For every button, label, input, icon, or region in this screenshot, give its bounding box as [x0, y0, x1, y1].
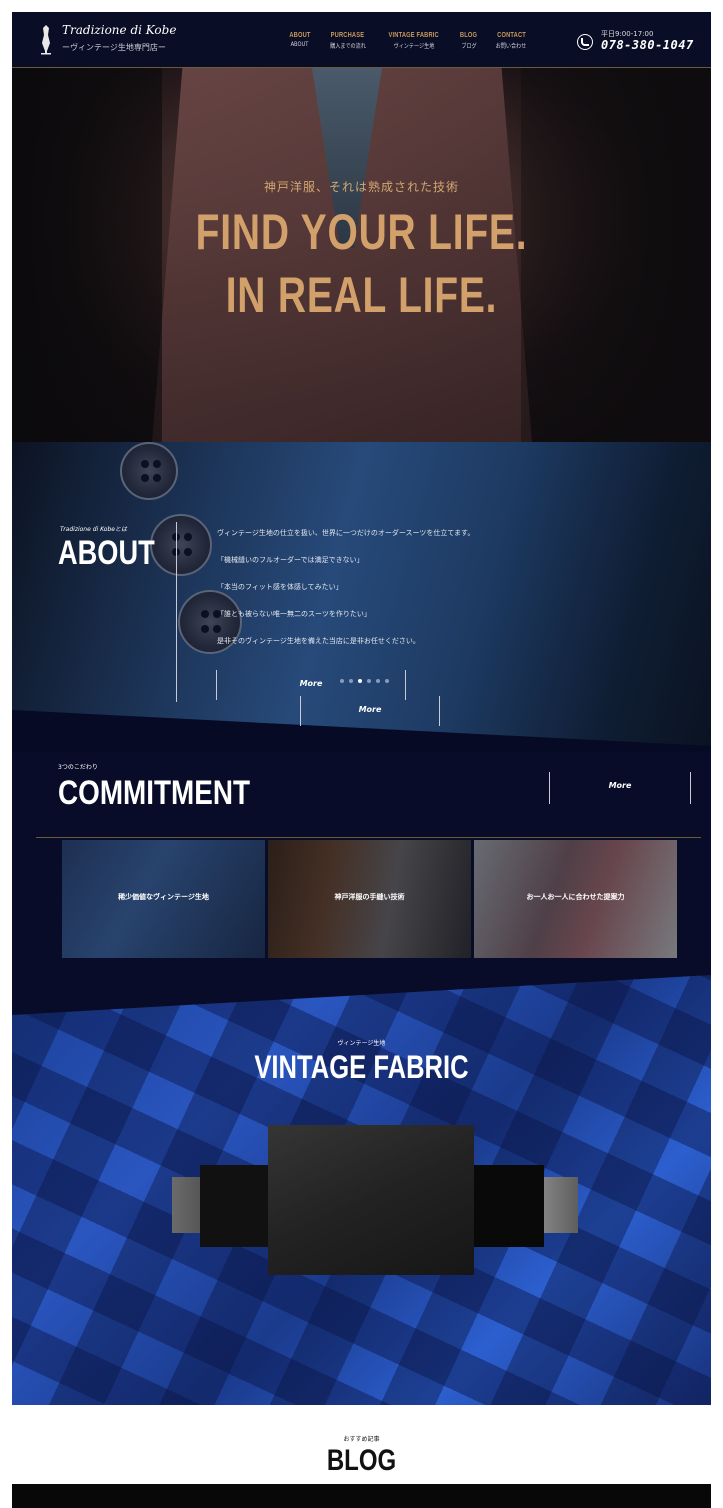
nav-about-ja: ABOUT: [291, 41, 309, 48]
logo-subtitle: ーヴィンテージ生地専門店ー: [62, 43, 166, 52]
hero-headline-line2: IN REAL LIFE.: [225, 267, 498, 323]
nav-contact-en: CONTACT: [496, 32, 526, 39]
nav-vintage-fabric-ja: ヴィンテージ生地: [393, 43, 434, 50]
about-line: 是非そのヴィンテージ生地を備えた当店に是非お任せください。: [217, 637, 420, 645]
commitment-section: 3つのこだわり COMMITMENT More 稀少価値なヴィンテージ生地 神戸…: [12, 752, 711, 972]
suit-button-image: [120, 442, 178, 500]
slider-dot[interactable]: [340, 679, 344, 683]
slider-dot[interactable]: [367, 679, 371, 683]
nav-about-en: ABOUT: [289, 32, 311, 39]
commitment-more-label: More: [608, 781, 632, 790]
commitment-card-label: お一人お一人に合わせた提案力: [526, 893, 625, 901]
about-kicker: Tradizione di Kobeとは: [60, 526, 127, 533]
commitment-more-button[interactable]: More: [549, 772, 691, 804]
hero-subtitle: 神戸洋服、それは熟成された技術: [263, 180, 459, 194]
blog-title: BLOG: [326, 1444, 397, 1477]
vintage-fabric-kicker: ヴィンテージ生地: [337, 1040, 386, 1047]
commitment-card-label: 神戸洋服の手縫い技術: [334, 893, 405, 901]
vintage-fabric-section: ヴィンテージ生地 VINTAGE FABRIC: [12, 965, 711, 1405]
logo[interactable]: Tradizione di Kobe ーヴィンテージ生地専門店ー: [36, 21, 186, 59]
commitment-card-label: 稀少価値なヴィンテージ生地: [118, 893, 209, 901]
blog-kicker: おすすめ記事: [343, 1436, 380, 1443]
fabric-swatch[interactable]: [472, 1165, 544, 1247]
about-divider-line: [176, 522, 177, 702]
slider-dot[interactable]: [358, 679, 362, 683]
suit-button-image: [150, 514, 212, 576]
page: Tradizione di Kobe ーヴィンテージ生地専門店ー ABOUT A…: [12, 12, 711, 1508]
nav-vintage-fabric[interactable]: VINTAGE FABRIC ヴィンテージ生地: [383, 32, 444, 56]
main-nav: ABOUT ABOUT PURCHASE 購入までの流れ VINTAGE FAB…: [287, 32, 529, 56]
nav-vintage-fabric-en: VINTAGE FABRIC: [388, 32, 439, 39]
slider-dot[interactable]: [349, 679, 353, 683]
mannequin-logo-icon: [41, 25, 51, 55]
nav-contact-ja: お問い合わせ: [496, 43, 527, 50]
phone-contact[interactable]: 平日9:00-17:00 078-380-1047: [577, 29, 707, 57]
nav-blog-en: BLOG: [460, 32, 478, 39]
vintage-fabric-more-label: More: [358, 705, 382, 714]
slider-pagination: [340, 679, 389, 683]
nav-purchase-en: PURCHASE: [331, 32, 365, 39]
commitment-kicker: 3つのこだわり: [58, 764, 98, 771]
nav-blog[interactable]: BLOG ブログ: [458, 32, 479, 56]
nav-about[interactable]: ABOUT ABOUT: [287, 32, 313, 56]
commitment-card-fabric[interactable]: 稀少価値なヴィンテージ生地: [62, 840, 265, 958]
fabric-swatch-active[interactable]: [268, 1125, 474, 1275]
phone-icon: [577, 34, 593, 50]
site-header: Tradizione di Kobe ーヴィンテージ生地専門店ー ABOUT A…: [12, 12, 711, 68]
commitment-card-technique[interactable]: 神戸洋服の手縫い技術: [268, 840, 471, 958]
nav-purchase-ja: 購入までの流れ: [330, 43, 366, 50]
commitment-title: COMMITMENT: [58, 774, 251, 812]
phone-number[interactable]: 078-380-1047: [601, 38, 694, 52]
hero-section: 神戸洋服、それは熟成された技術 FIND YOUR LIFE. IN REAL …: [12, 68, 711, 442]
nav-purchase[interactable]: PURCHASE 購入までの流れ: [327, 32, 369, 56]
blog-strip: [12, 1484, 711, 1508]
commitment-card-proposal[interactable]: お一人お一人に合わせた提案力: [474, 840, 677, 958]
about-text: ヴィンテージ生地の仕立を扱い、世界に一つだけのオーダースーツを仕立てます。 「機…: [217, 528, 517, 663]
nav-contact[interactable]: CONTACT お問い合わせ: [493, 32, 529, 56]
slider-dot[interactable]: [385, 679, 389, 683]
slider-dot[interactable]: [376, 679, 380, 683]
logo-title: Tradizione di Kobe: [62, 23, 177, 37]
commitment-cards: 稀少価値なヴィンテージ生地 神戸洋服の手縫い技術 お一人お一人に合わせた提案力: [62, 840, 677, 958]
about-line: 「機械縫いのフルオーダーでは満足できない」: [217, 556, 364, 564]
fabric-slider[interactable]: [172, 1125, 582, 1275]
vintage-fabric-more-button[interactable]: More: [300, 696, 440, 726]
about-line: 「本当のフィット感を体感してみたい」: [217, 583, 343, 591]
commitment-divider: [36, 837, 701, 838]
nav-blog-ja: ブログ: [461, 43, 477, 50]
hero-headline-line1: FIND YOUR LIFE.: [195, 204, 528, 260]
vintage-fabric-title: VINTAGE FABRIC: [254, 1049, 469, 1085]
about-title: ABOUT: [58, 534, 155, 572]
about-line: 「誰とも被らない唯一無二のスーツを作りたい」: [217, 610, 371, 618]
about-line: ヴィンテージ生地の仕立を扱い、世界に一つだけのオーダースーツを仕立てます。: [217, 529, 475, 537]
